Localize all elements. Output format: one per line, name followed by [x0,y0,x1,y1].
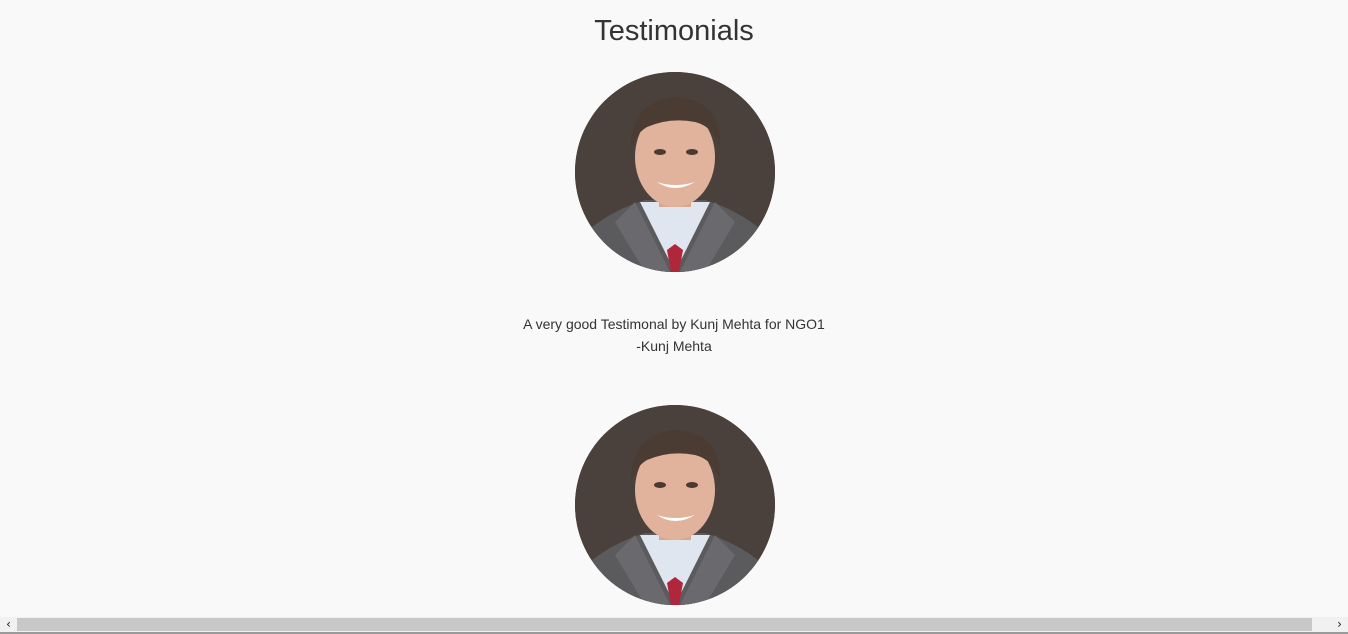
person-portrait-icon [575,405,775,605]
testimonial-author: -Kunj Mehta [636,338,712,354]
page-title: Testimonials [594,15,754,47]
person-portrait-icon [575,72,775,272]
testimonial-text: A very good Testimonal by Kunj Mehta for… [523,316,825,332]
testimonial-avatar [575,405,775,605]
horizontal-scrollbar[interactable]: ‹ › [0,617,1348,632]
scroll-right-arrow-icon[interactable]: › [1331,617,1348,632]
scroll-left-arrow-icon[interactable]: ‹ [0,617,17,632]
testimonials-page: Testimonials A very good Testimonal by K… [0,0,1348,634]
scrollbar-thumb[interactable] [17,618,1312,631]
testimonial-quote: A very good Testimonal by Kunj Mehta for… [0,313,1348,357]
testimonial-avatar [575,72,775,272]
